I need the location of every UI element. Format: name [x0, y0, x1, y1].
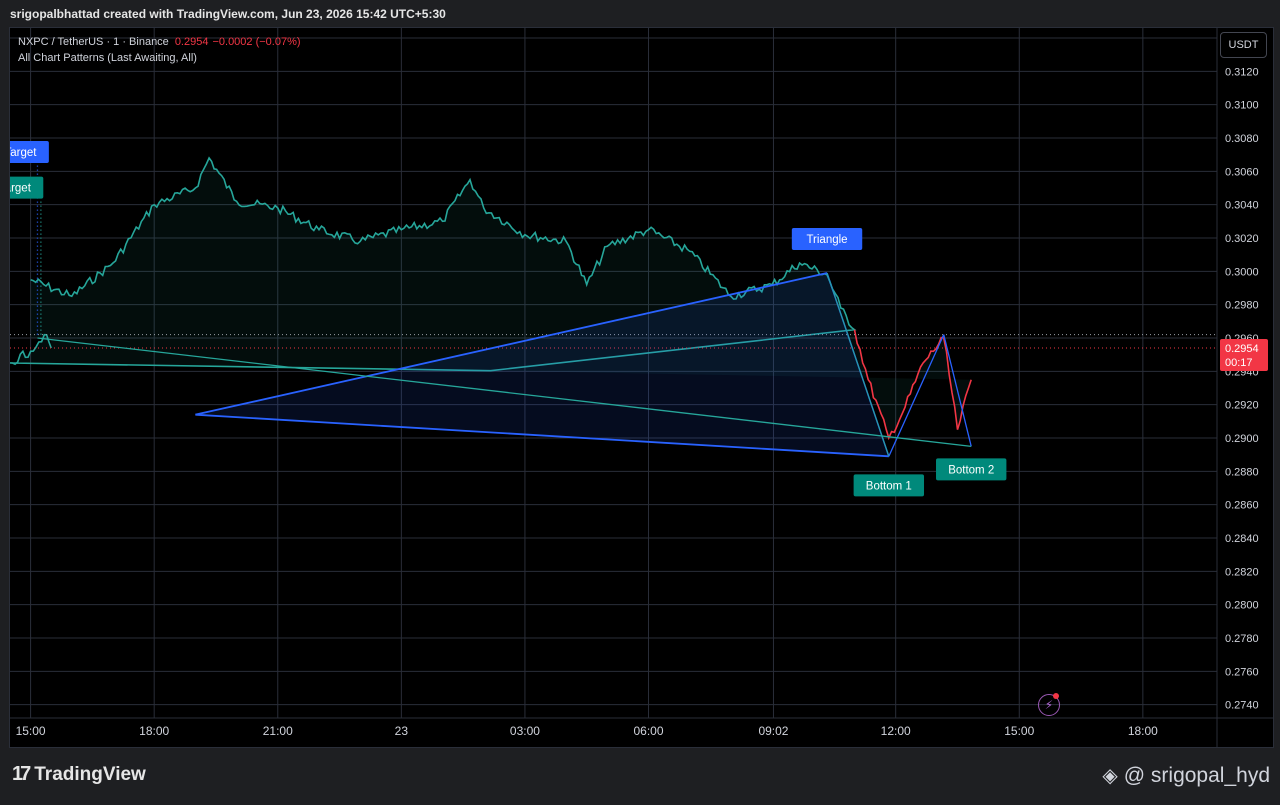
y-tick-label: 0.3040	[1225, 200, 1259, 212]
price-tag-value: 0.2954	[1225, 343, 1259, 355]
x-tick-label: 18:00	[1128, 724, 1158, 738]
chart-legend[interactable]: NXPC / TetherUS · 1 · Binance 0.2954 −0.00…	[18, 34, 301, 66]
x-tick-label: 18:00	[139, 724, 169, 738]
notification-dot	[1053, 693, 1059, 699]
bottom1-label: Bottom 1	[866, 480, 912, 492]
currency-button[interactable]: USDT	[1220, 32, 1267, 58]
author-handle: ◈ @ srigopal_hyd	[1102, 763, 1270, 788]
legend-last-price: 0.2954	[174, 36, 209, 48]
y-tick-label: 0.3100	[1225, 100, 1259, 112]
chart-pane[interactable]: 0.31400.31200.31000.30800.30600.30400.30…	[9, 27, 1274, 748]
y-tick-label: 0.2820	[1225, 566, 1259, 578]
x-tick-label: 12:00	[881, 724, 911, 738]
x-tick-label: 06:00	[633, 724, 663, 738]
bottom2-label: Bottom 2	[948, 464, 994, 476]
indicator-title[interactable]: All Chart Patterns (Last Awaiting, All)	[18, 50, 301, 66]
y-tick-label: 0.2800	[1225, 600, 1259, 612]
y-tick-label: 0.2880	[1225, 466, 1259, 478]
x-tick-label: 09:02	[758, 724, 788, 738]
symbol-title[interactable]: NXPC / TetherUS · 1 · Binance	[18, 36, 169, 48]
x-tick-label: 15:00	[1004, 724, 1034, 738]
x-tick-label: 15:00	[16, 724, 46, 738]
binance-logo-icon: ◈	[1102, 765, 1118, 787]
y-tick-label: 0.3080	[1225, 133, 1259, 145]
tradingview-brand: 17 TradingView	[12, 763, 146, 786]
y-tick-label: 0.2780	[1225, 633, 1259, 645]
y-tick-label: 0.2860	[1225, 500, 1259, 512]
author-handle-text: @ srigopal_hyd	[1123, 763, 1270, 787]
x-tick-label: 23	[395, 724, 409, 738]
y-tick-label: 0.3000	[1225, 266, 1259, 278]
triangle-label: Triangle	[806, 234, 847, 246]
y-tick-label: 0.2980	[1225, 300, 1259, 312]
legend-price-change: −0.0002 (−0.07%)	[212, 36, 301, 48]
y-tick-label: 0.2900	[1225, 433, 1259, 445]
y-tick-label: 0.3120	[1225, 66, 1259, 78]
tradingview-logo-icon: 17	[12, 763, 31, 785]
y-tick-label: 0.2920	[1225, 400, 1259, 412]
chart-attribution: srigopalbhattad created with TradingView…	[10, 7, 446, 21]
price-tag-countdown: 00:17	[1225, 357, 1253, 369]
y-tick-label: 0.3060	[1225, 166, 1259, 178]
y-tick-label: 0.2740	[1225, 700, 1259, 712]
x-tick-label: 21:00	[263, 724, 293, 738]
y-tick-label: 0.3020	[1225, 233, 1259, 245]
y-tick-label: 0.2760	[1225, 666, 1259, 678]
y-tick-label: 0.2840	[1225, 533, 1259, 545]
price-chart[interactable]: 0.31400.31200.31000.30800.30600.30400.30…	[10, 28, 1273, 747]
x-tick-label: 03:00	[510, 724, 540, 738]
tradingview-wordmark: TradingView	[34, 763, 146, 785]
target-label: Target	[10, 147, 37, 159]
target-label: Target	[10, 183, 32, 195]
